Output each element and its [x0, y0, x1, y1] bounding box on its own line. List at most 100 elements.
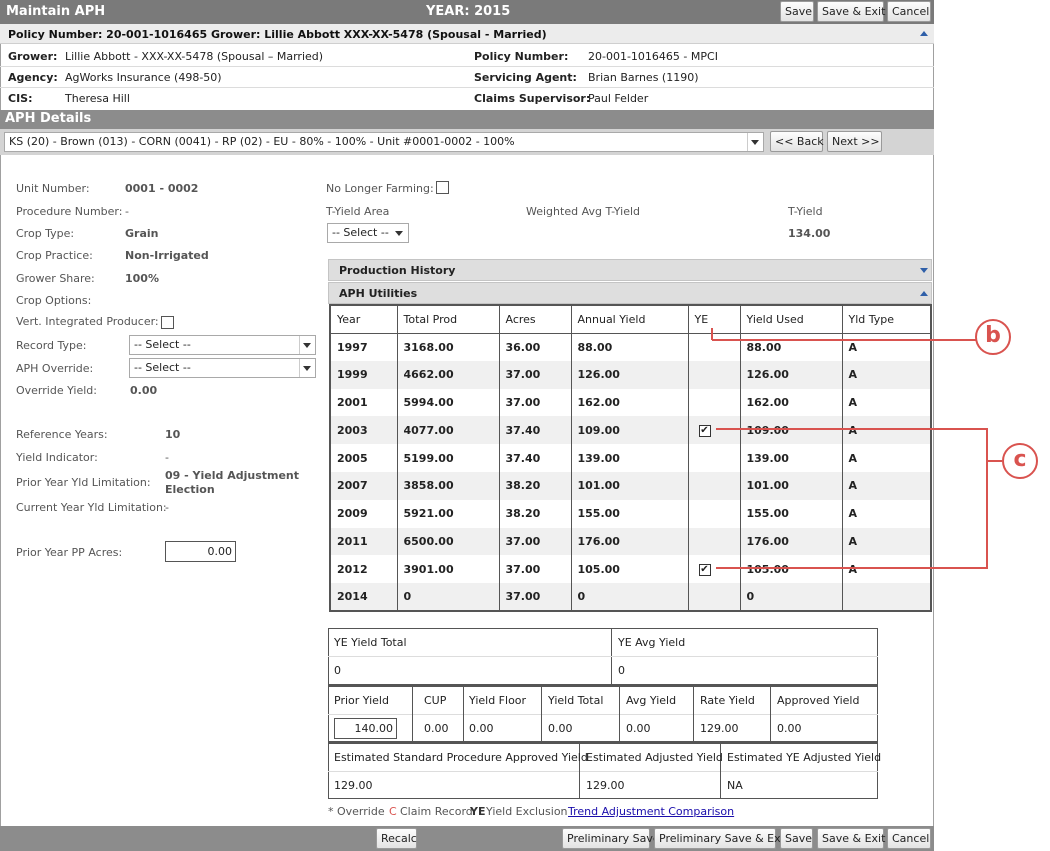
cell-type: A: [848, 507, 858, 521]
tyield-area-select[interactable]: -- Select --: [327, 223, 409, 243]
ye-cell: [688, 583, 741, 611]
tyield-area-label: T-Yield Area: [326, 205, 390, 218]
chevron-down-icon: [751, 140, 759, 145]
divider: [328, 656, 878, 657]
ye-checkbox[interactable]: ✔: [698, 425, 711, 438]
ye-cell: [688, 388, 741, 417]
ye-cell: [688, 471, 741, 500]
servicing-agent-value: Brian Barnes (1190): [588, 71, 699, 84]
ye-checkbox[interactable]: ✔: [698, 564, 711, 577]
current-year-limitation-label: Current Year Yld Limitation:: [16, 501, 167, 514]
prior-pp-acres-input[interactable]: 0.00: [165, 541, 236, 562]
callout-b: b: [975, 319, 1011, 355]
footer-save-exit-button[interactable]: Save & Exit: [817, 828, 885, 849]
trend-adjustment-link[interactable]: Trend Adjustment Comparison: [568, 805, 734, 818]
tyield-value: 134.00: [788, 227, 831, 240]
cell-acres: 37.00: [499, 360, 572, 389]
next-button[interactable]: Next >>: [827, 131, 882, 152]
servicing-agent-label: Servicing Agent:: [474, 71, 577, 84]
cell-prod: 3858.00: [397, 471, 500, 500]
save-exit-button[interactable]: Save & Exit: [817, 1, 885, 22]
cell-acres: 38.20: [499, 499, 572, 528]
col-yield-used-header: Yield Used: [740, 305, 843, 334]
cell-annual: 109.00: [571, 416, 689, 445]
est-standard-value: 129.00: [334, 779, 373, 792]
aph-utilities-header[interactable]: APH Utilities: [328, 282, 932, 304]
cell-year: 2012: [330, 555, 398, 584]
cell-annual: 155.00: [571, 499, 689, 528]
table-row: 2012 3901.00 37.00 105.00 ✔ 105.00 A: [330, 555, 931, 584]
prior-yield-input[interactable]: 140.00: [334, 718, 397, 739]
legend-override: * Override: [328, 805, 385, 818]
unit-select[interactable]: KS (20) - Brown (013) - CORN (0041) - RP…: [4, 132, 764, 152]
ye-cell: [688, 499, 741, 528]
divider: [619, 686, 620, 742]
cancel-button[interactable]: Cancel: [887, 1, 931, 22]
rate-yield-value: 129.00: [700, 722, 739, 735]
cell-annual: 88.00: [571, 333, 689, 361]
chevron-down-icon: [303, 366, 311, 371]
cell-type: [842, 583, 931, 611]
recalc-button[interactable]: Recalc: [376, 828, 417, 849]
reference-years-label: Reference Years:: [16, 428, 108, 441]
tyield-label: T-Yield: [788, 205, 823, 218]
collapse-icon[interactable]: [920, 291, 928, 296]
collapse-icon[interactable]: [920, 31, 928, 36]
cell-prod: 5994.00: [397, 388, 500, 417]
preliminary-save-exit-button[interactable]: Preliminary Save & Exit: [654, 828, 788, 849]
cell-annual: 105.00: [571, 555, 689, 584]
cell-year: 2007: [330, 471, 398, 500]
chevron-down-icon: [395, 231, 403, 236]
no-longer-farming-checkbox[interactable]: [436, 181, 449, 194]
col-year-header: Year: [330, 305, 398, 334]
override-yield-label: Override Yield:: [16, 384, 97, 397]
callout-c-line: [986, 460, 1002, 462]
no-longer-farming-label: No Longer Farming:: [326, 182, 434, 195]
footer-cancel-button[interactable]: Cancel: [887, 828, 931, 849]
cell-annual: 126.00: [571, 360, 689, 389]
vert-integrated-checkbox[interactable]: [161, 316, 174, 329]
cell-type: A: [842, 471, 931, 500]
record-type-select[interactable]: -- Select --: [129, 335, 316, 355]
callout-c-line: [986, 428, 988, 569]
divider: [0, 66, 934, 67]
record-type-label: Record Type:: [16, 339, 87, 352]
cell-type: A: [848, 562, 858, 576]
cell-prod: 3168.00: [397, 333, 500, 361]
table-row: 2007 3858.00 38.20 101.00 101.00 A: [330, 471, 931, 500]
cell-used: 0: [740, 583, 843, 611]
save-button[interactable]: Save: [780, 1, 814, 22]
cell-acres: 37.40: [499, 416, 572, 445]
cell-acres: 37.00: [499, 388, 572, 417]
cell-type: A: [848, 340, 858, 354]
cell-year: 2011: [330, 527, 398, 556]
est-ye-adjusted-label: Estimated YE Adjusted Yield: [727, 751, 882, 764]
footer-save-button[interactable]: Save: [780, 828, 813, 849]
grower-label: Grower:: [8, 50, 58, 63]
est-ye-adjusted-value: NA: [727, 779, 743, 792]
crop-practice-value: Non-Irrigated: [125, 249, 209, 262]
ye-yield-total-value: 0: [334, 664, 341, 677]
callout-b-line: [711, 328, 713, 340]
yield-floor-label: Yield Floor: [469, 694, 527, 707]
crop-type-label: Crop Type:: [16, 227, 75, 240]
back-button[interactable]: << Back: [770, 131, 824, 152]
grower-share-value: 100%: [125, 272, 159, 285]
crop-practice-label: Crop Practice:: [16, 249, 93, 262]
preliminary-save-button[interactable]: Preliminary Save: [562, 828, 660, 849]
ye-avg-yield-value: 0: [618, 664, 625, 677]
claims-supervisor-label: Claims Supervisor:: [474, 92, 591, 105]
cell-year: 1997: [330, 333, 398, 361]
cell-annual: 139.00: [571, 444, 689, 472]
table-row: 2011 6500.00 37.00 176.00 176.00 A: [330, 527, 931, 556]
cell-year: 2014: [330, 583, 398, 611]
yield-floor-value: 0.00: [469, 722, 494, 735]
cell-type: A: [848, 395, 858, 409]
production-history-header[interactable]: Production History: [328, 259, 932, 281]
prior-pp-acres-label: Prior Year PP Acres:: [16, 546, 123, 559]
prior-year-limitation-value: 09 - Yield Adjustment: [165, 469, 300, 482]
expand-icon[interactable]: [920, 268, 928, 273]
aph-override-select[interactable]: -- Select --: [129, 358, 316, 378]
grower-share-label: Grower Share:: [16, 272, 95, 285]
current-year-limitation-value: -: [165, 501, 169, 514]
